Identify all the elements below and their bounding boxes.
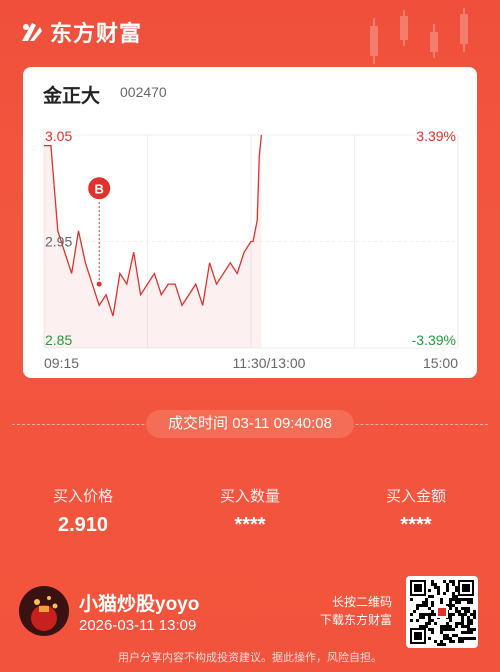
x-tick-open: 09:15 — [44, 355, 79, 371]
buy-quantity-label: 买入数量 — [219, 488, 280, 505]
buy-amount-label: 买入金额 — [385, 488, 446, 505]
buy-quantity-stat: 买入数量 **** — [180, 485, 320, 537]
buy-price-value: 2.910 — [57, 514, 109, 536]
brand-logo: 东方财富 — [18, 16, 142, 48]
trade-time-label: 成交时间 — [168, 415, 229, 432]
share-time: 2026-03-11 13:09 — [79, 617, 197, 634]
user-avatar[interactable] — [19, 586, 69, 636]
brand-name: 东方财富 — [50, 21, 143, 46]
y-tick-right-high: 3.39% — [416, 128, 456, 144]
qr-hint-line2: 下载东方财富 — [319, 613, 392, 627]
disclaimer: 用户分享内容不构成投资建议。据此操作，风险自担。 — [118, 652, 382, 664]
buy-amount-stat: 买入金额 **** — [346, 485, 486, 537]
user-name: 小猫炒股yoyo — [79, 594, 200, 615]
intraday-price-chart: 3.05 2.95 2.85 3.39% -3.39% 09:15 11:30/13:00 1… — [43, 128, 459, 371]
buy-quantity-value: **** — [234, 514, 266, 536]
trade-time-value: 03-11 09:40:08 — [232, 415, 332, 432]
x-tick-close: 15:00 — [423, 355, 458, 371]
y-tick-right-low: -3.39% — [412, 332, 456, 348]
qr-hint: 长按二维码 下载东方财富 — [320, 593, 392, 629]
y-tick-low: 2.85 — [45, 332, 72, 348]
eastmoney-logo-icon — [22, 23, 42, 41]
candlestick-decoration-icon — [370, 8, 468, 64]
y-tick-mid: 2.95 — [45, 234, 72, 250]
qr-code-icon — [410, 580, 476, 646]
buy-price-stat: 买入价格 2.910 — [13, 485, 153, 537]
y-tick-high: 3.05 — [45, 128, 72, 144]
avatar-image-icon — [19, 586, 69, 636]
qr-code[interactable] — [406, 576, 478, 648]
trade-marker-dot — [96, 281, 102, 287]
trade-marker-label: B — [95, 181, 104, 196]
buy-price-label: 买入价格 — [52, 488, 113, 505]
stock-chart-card[interactable]: 金正大 002470 3.05 2.95 2.85 3.39% -3.39% 09:15 1… — [23, 67, 477, 378]
x-tick-mid: 11:30/13:00 — [233, 355, 306, 371]
trade-time-pill: 成交时间 03-11 09:40:08 — [146, 410, 354, 438]
header: 东方财富 — [0, 0, 500, 66]
qr-hint-line1: 长按二维码 — [331, 595, 392, 609]
buy-amount-value: **** — [400, 514, 432, 536]
